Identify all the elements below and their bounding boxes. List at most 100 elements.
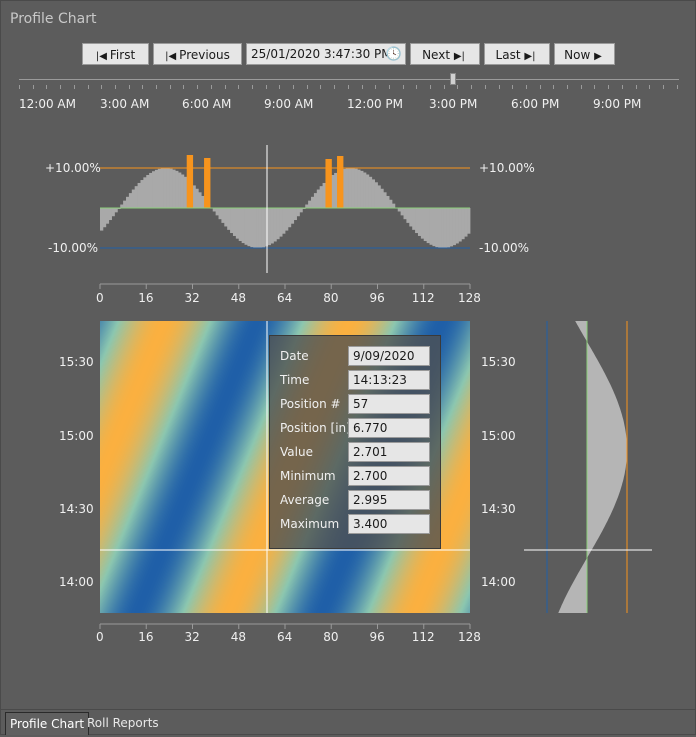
timeline-tick: [553, 85, 555, 89]
profile-bar: [438, 208, 442, 248]
timeline-tick: [594, 85, 596, 89]
profile-bar: [126, 196, 130, 208]
previous-button[interactable]: |◀ Previous: [153, 43, 242, 65]
lower-limit-label-left: -10.00%: [48, 241, 99, 255]
profile-bar: [183, 176, 188, 208]
upper-limit-label-right: +10.00%: [479, 161, 535, 175]
profile-bar: [432, 208, 436, 247]
profile-bar: [100, 208, 104, 231]
tab-profile-chart[interactable]: Profile Chart: [5, 712, 90, 735]
timeline-tick: [567, 85, 568, 89]
profile-bar: [461, 208, 465, 240]
profile-bar: [435, 208, 439, 248]
timeline-tick: [60, 85, 62, 89]
profile-bar: [282, 208, 286, 234]
profile-bar: [420, 208, 425, 239]
timeline-tick: [87, 85, 89, 89]
profile-bar: [354, 168, 358, 208]
profile-bar: [377, 185, 381, 208]
profile-bar: [160, 168, 164, 208]
profile-bar: [412, 208, 416, 230]
profile-bar: [152, 171, 156, 208]
data-tooltip: Date 9/09/2020 Time 14:13:23 Position # 57 Pos…: [269, 335, 441, 549]
profile-x-tick-label: 16: [138, 291, 154, 305]
now-button[interactable]: Now ▶: [554, 43, 615, 65]
datetime-picker[interactable]: 25/01/2020 3:47:30 PM 🕓: [246, 43, 406, 65]
tooltip-value: 14:13:23: [348, 370, 430, 390]
now-button-label: Now: [564, 48, 591, 62]
profile-bar: [235, 208, 240, 239]
timeline-slider-thumb[interactable]: [450, 73, 456, 85]
profile-bar: [218, 208, 222, 220]
previous-button-label: Previous: [179, 48, 230, 62]
timeline-tick: [293, 85, 294, 89]
tooltip-label: Time: [280, 373, 310, 387]
timeline-tick: [46, 85, 48, 89]
exceed-bar: [337, 156, 344, 208]
last-button[interactable]: Last ▶|: [484, 43, 550, 65]
next-button[interactable]: Next ▶|: [410, 43, 480, 65]
timeline-tick: [402, 85, 404, 89]
profile-bar: [178, 172, 182, 208]
skip-first-icon: |◀: [95, 51, 107, 62]
profile-bar: [441, 208, 445, 248]
profile-bar: [443, 208, 448, 248]
heatmap-y-tick-label-right: 14:00: [481, 575, 516, 589]
tooltip-value: 6.770: [348, 418, 430, 438]
profile-bar: [114, 208, 118, 213]
timeline-tick: [101, 85, 103, 89]
timeline-tick: [19, 85, 20, 89]
upper-limit-label-left: +10.00%: [45, 161, 101, 175]
timeline-tick: [471, 85, 473, 89]
timeline-label: 6:00 AM: [182, 97, 232, 111]
timeline-slider-track[interactable]: [19, 79, 679, 80]
profile-bar: [313, 193, 318, 208]
timeline-tick: [128, 85, 130, 89]
tooltip-value: 2.700: [348, 466, 430, 486]
tooltip-label: Minimum: [280, 469, 336, 483]
profile-bar: [201, 195, 205, 208]
first-button[interactable]: |◀ First: [82, 43, 149, 65]
cross-section-profile[interactable]: [521, 317, 661, 617]
profile-bar: [264, 208, 269, 247]
previous-icon: |◀: [165, 51, 177, 62]
profile-bar: [374, 182, 378, 208]
timeline-tick: [484, 85, 486, 89]
profile-x-tick-label: 64: [277, 291, 293, 305]
cross-section-area: [558, 321, 627, 613]
profile-x-tick-label: 96: [369, 291, 385, 305]
profile-bar: [429, 208, 433, 245]
profile-bar: [143, 177, 147, 208]
timeline-tick: [320, 85, 322, 89]
profile-bar: [134, 186, 138, 208]
profile-bar: [446, 208, 451, 248]
profile-x-tick-label: 48: [230, 291, 247, 305]
tooltip-label: Position #: [280, 397, 341, 411]
profile-bar: [371, 179, 376, 208]
heatmap-x-tick-label: 32: [184, 630, 200, 644]
timeline-tick: [114, 85, 116, 89]
profile-bar: [406, 208, 410, 223]
profile-x-tick-label: 112: [411, 291, 435, 305]
profile-bar: [169, 168, 173, 208]
timeline-tick: [525, 85, 527, 89]
calendar-clock-icon[interactable]: 🕓: [386, 45, 402, 65]
timeline-tick: [156, 85, 157, 89]
profile-bar: [293, 208, 297, 221]
profile-bar: [195, 188, 199, 208]
profile-bar: [285, 208, 289, 231]
timeline-tick: [635, 85, 637, 89]
heatmap-y-tick-label-left: 14:00: [59, 575, 94, 589]
timeline-label: 3:00 PM: [429, 97, 478, 111]
profile-bar: [256, 208, 260, 248]
profile-bar: [241, 208, 245, 244]
timeline-tick: [169, 85, 171, 89]
tab-roll-reports[interactable]: Roll Reports: [83, 712, 163, 734]
timeline-tick: [512, 85, 514, 89]
profile-bar: [348, 168, 352, 208]
tooltip-label: Position [in]: [280, 421, 351, 435]
exceed-bar: [204, 158, 211, 208]
profile-bar: [417, 208, 422, 236]
tooltip-value: 57: [348, 394, 430, 414]
profile-bar: [415, 208, 419, 234]
